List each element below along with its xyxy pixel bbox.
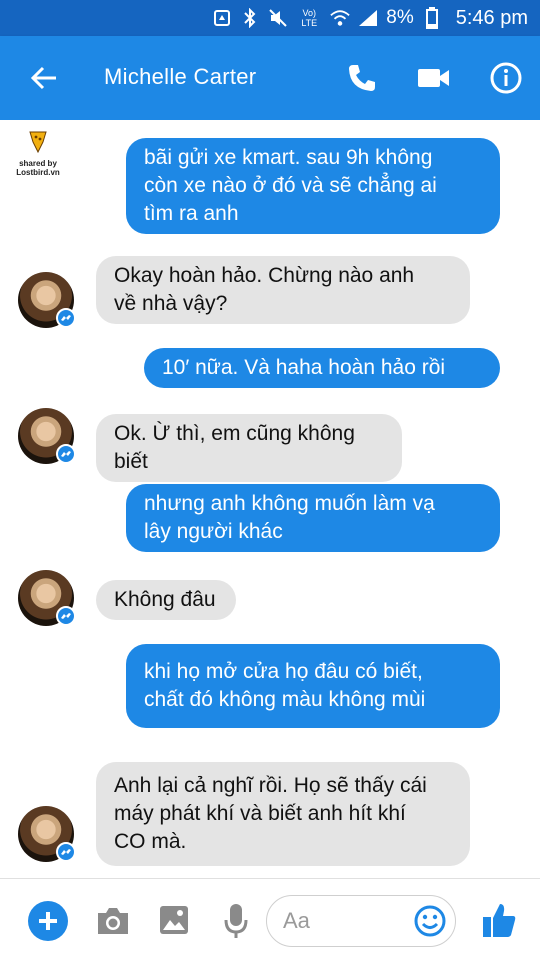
contact-avatar[interactable] (18, 570, 76, 626)
conversation-info-button[interactable] (484, 56, 528, 100)
watermark-text-line2: Lostbird.vn (16, 168, 60, 177)
incoming-message[interactable]: Anh lại cả nghĩ rồi. Họ sẽ thấy cái máy … (96, 762, 470, 866)
message-line: chất đó không màu không mùi (144, 688, 426, 711)
message-line: Anh lại cả nghĩ rồi. Họ sẽ thấy cái (114, 774, 427, 797)
more-actions-button[interactable] (28, 901, 68, 941)
video-camera-icon (418, 69, 449, 87)
video-call-button[interactable] (412, 56, 456, 100)
message-line: lây người khác (144, 520, 283, 543)
message-line: còn xe nào ở đó và sẽ chẳng ai (144, 174, 437, 197)
phone-icon (349, 65, 375, 91)
outgoing-message[interactable]: khi họ mở cửa họ đâu có biết, chất đó kh… (126, 644, 500, 728)
emoji-icon (414, 905, 446, 937)
arrow-left-icon (30, 66, 56, 90)
contact-avatar[interactable] (18, 806, 76, 862)
battery-percent: 8% (386, 7, 414, 28)
voice-call-button[interactable] (340, 56, 384, 100)
status-clock: 5:46 pm (455, 6, 528, 29)
message-line: CO mà. (114, 830, 187, 853)
message-line: Okay hoàn hảo. Chừng nào anh (114, 264, 415, 287)
battery-icon (422, 7, 442, 29)
message-line: Không đâu (114, 588, 216, 611)
signal-icon (358, 7, 378, 29)
conversation-header: Michelle Carter (0, 36, 540, 120)
network-label: Vo) LTE (301, 8, 318, 28)
message-line: nhưng anh không muốn làm vạ (144, 492, 435, 515)
message-line: khi họ mở cửa họ đâu có biết, (144, 660, 423, 683)
incoming-message[interactable]: Okay hoàn hảo. Chừng nào anh về nhà vậy? (96, 256, 470, 324)
message-line: bãi gửi xe kmart. sau 9h không (144, 146, 433, 169)
info-icon (490, 62, 522, 94)
camera-button[interactable] (94, 903, 132, 939)
status-bar: Vo) LTE 8% 5:46 pm (0, 0, 540, 36)
outgoing-message[interactable]: bãi gửi xe kmart. sau 9h không còn xe nà… (126, 138, 500, 234)
composer-bar: Aa (0, 878, 540, 960)
messenger-badge-icon (56, 444, 76, 464)
camera-icon (98, 908, 128, 934)
message-list[interactable]: shared by Lostbird.vn bãi gửi xe kmart. … (0, 120, 540, 878)
contact-avatar[interactable] (18, 272, 76, 328)
like-button[interactable] (480, 899, 518, 941)
contact-avatar[interactable] (18, 408, 76, 464)
message-line: máy phát khí và biết anh hít khí (114, 802, 406, 825)
mute-icon (268, 7, 288, 29)
messenger-badge-icon (56, 308, 76, 328)
back-button[interactable] (22, 56, 66, 100)
incoming-message[interactable]: Không đâu (96, 580, 236, 620)
messenger-badge-icon (56, 842, 76, 862)
message-line: Ok. Ừ thì, em cũng không biết (114, 422, 355, 473)
voice-record-button[interactable] (222, 901, 250, 941)
emoji-button[interactable] (413, 904, 447, 938)
recycle-icon (212, 7, 232, 29)
outgoing-message[interactable]: 10′ nữa. Và haha hoàn hảo rồi (144, 348, 500, 388)
microphone-icon (224, 904, 248, 938)
plus-icon (39, 912, 57, 930)
messenger-badge-icon (56, 606, 76, 626)
wifi-icon (330, 7, 350, 29)
image-icon (160, 906, 188, 934)
bluetooth-icon (240, 7, 260, 29)
message-input[interactable]: Aa (266, 895, 456, 947)
watermark-text-line1: shared by (19, 159, 57, 168)
message-input-placeholder: Aa (283, 908, 310, 933)
incoming-message[interactable]: Ok. Ừ thì, em cũng không biết (96, 414, 402, 482)
outgoing-message[interactable]: nhưng anh không muốn làm vạ lây người kh… (126, 484, 500, 552)
thumbs-up-icon (483, 904, 516, 937)
gallery-button[interactable] (156, 901, 192, 939)
watermark: shared by Lostbird.vn (10, 130, 66, 177)
lostbird-logo-icon (29, 131, 47, 154)
volte-lte-icon: Vo) LTE (296, 7, 322, 29)
message-line: tìm ra anh (144, 202, 239, 225)
message-line: về nhà vậy? (114, 292, 228, 315)
message-line: 10′ nữa. Và haha hoàn hảo rồi (162, 356, 446, 379)
contact-name[interactable]: Michelle Carter (104, 64, 256, 90)
